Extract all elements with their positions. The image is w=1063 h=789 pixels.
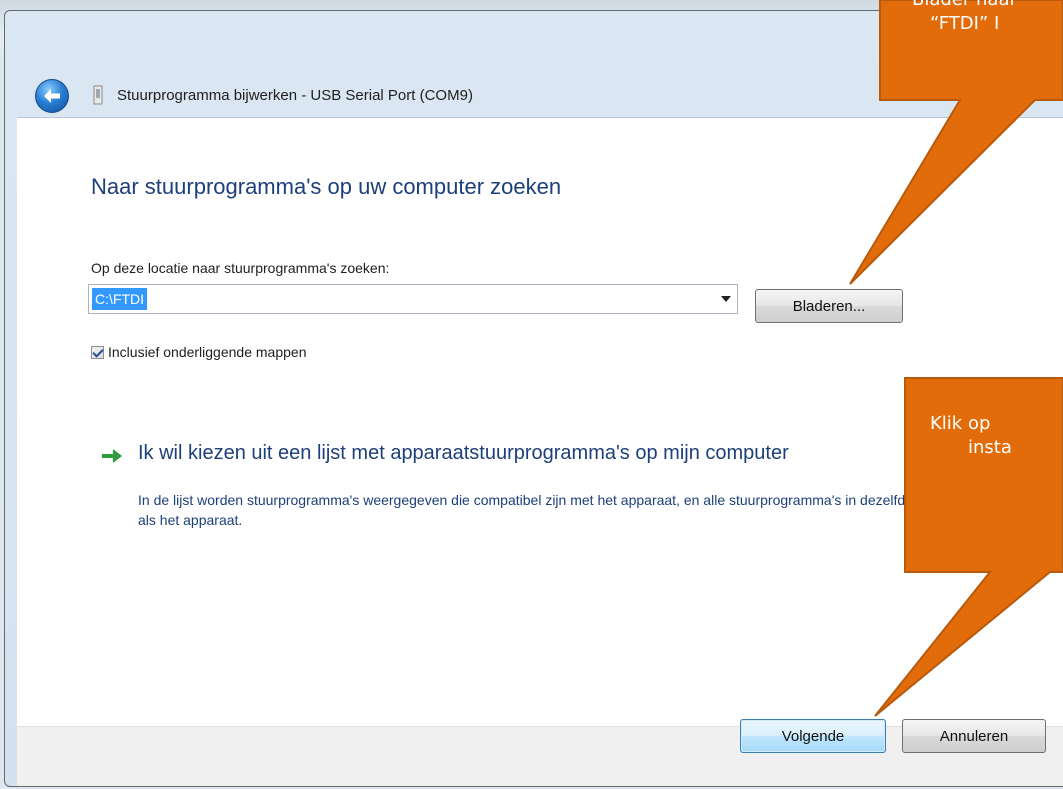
callout-top-text-line2: “FTDI” I — [930, 13, 1000, 34]
callout-top-text-line1: Blader naar — [912, 0, 1017, 12]
callout-top — [849, 0, 1063, 285]
callout-bottom-text-line1: Klik op — [930, 413, 991, 434]
callout-bottom-text-line2: insta — [968, 437, 1012, 458]
annotation-overlay — [849, 0, 1063, 717]
